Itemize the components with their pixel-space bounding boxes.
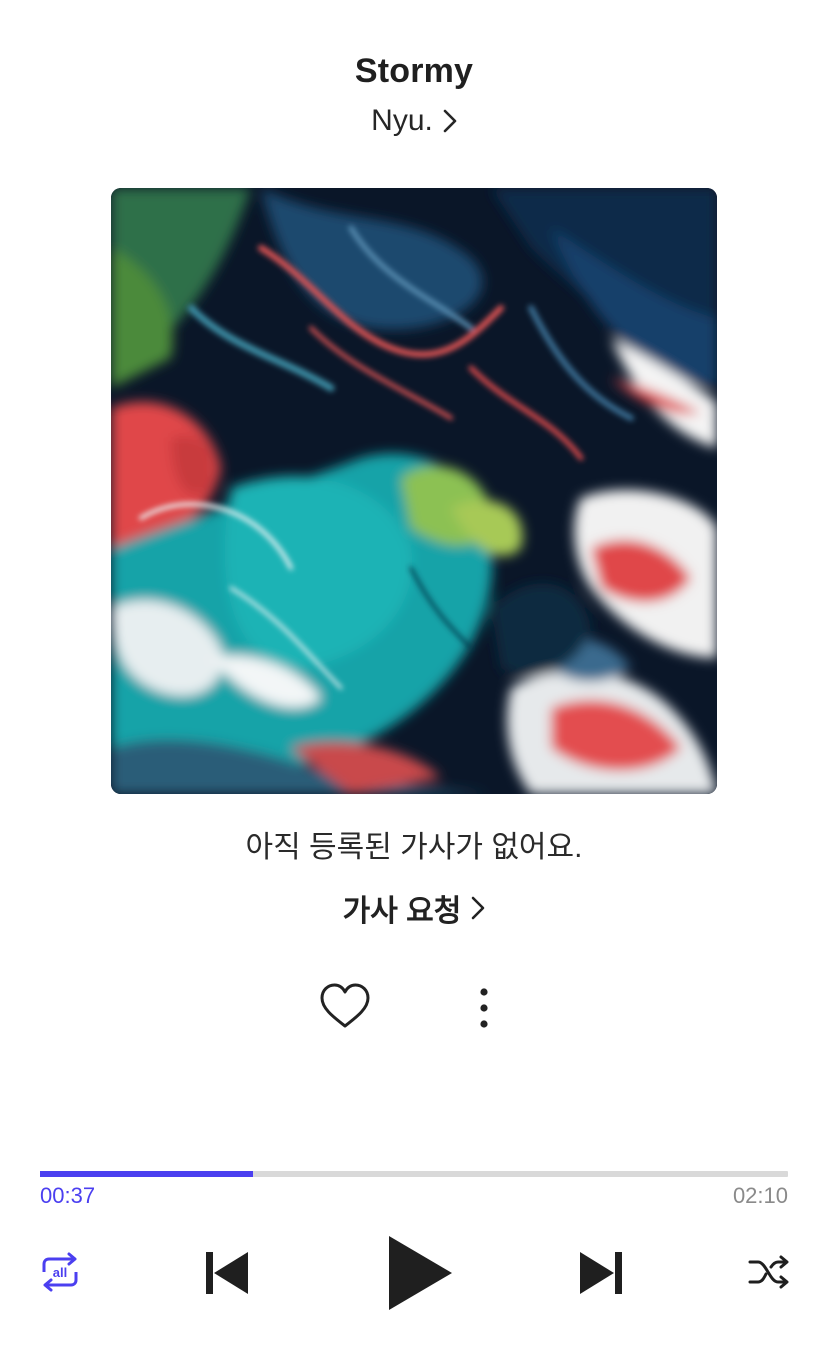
repeat-all-icon: all <box>38 1252 82 1292</box>
no-lyrics-message: 아직 등록된 가사가 없어요. <box>245 831 583 864</box>
more-options-button[interactable] <box>468 984 500 1032</box>
repeat-button[interactable]: all <box>38 1252 82 1292</box>
artist-link[interactable]: Nyu. <box>0 104 828 138</box>
play-button[interactable] <box>386 1234 454 1312</box>
current-time: 00:37 <box>40 1183 96 1208</box>
like-button[interactable] <box>318 980 372 1034</box>
skip-previous-icon <box>204 1250 250 1296</box>
artist-name: Nyu. <box>371 104 433 137</box>
chevron-right-icon <box>471 896 485 920</box>
progress-bar[interactable] <box>40 1171 788 1177</box>
repeat-mode-label: all <box>53 1265 67 1280</box>
play-icon <box>386 1234 454 1312</box>
next-track-button[interactable] <box>578 1250 624 1296</box>
shuffle-button[interactable] <box>748 1254 790 1290</box>
shuffle-icon <box>748 1254 790 1290</box>
progress-fill <box>40 1171 254 1177</box>
total-time: 02:10 <box>732 1183 788 1208</box>
lyrics-request-link[interactable]: 가사 요청 <box>0 886 828 930</box>
heart-outline-icon <box>318 983 372 1038</box>
track-title: Stormy <box>354 52 474 90</box>
album-artwork <box>111 188 717 794</box>
chevron-right-icon <box>443 109 457 133</box>
skip-next-icon <box>578 1250 624 1296</box>
lyrics-request-label: 가사 요청 <box>342 895 462 928</box>
previous-track-button[interactable] <box>204 1250 250 1296</box>
more-vertical-icon <box>468 988 500 1036</box>
